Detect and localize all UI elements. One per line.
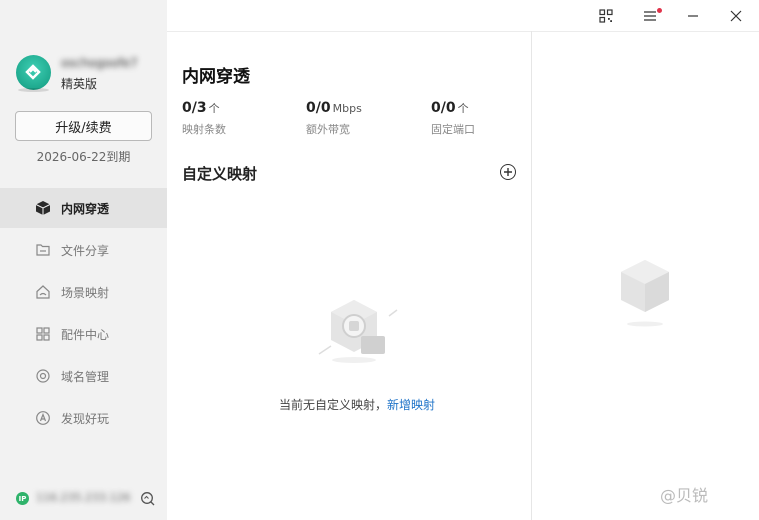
notification-dot (657, 8, 662, 13)
username: oschogoofe7 (61, 56, 138, 70)
sidebar-item-label: 内网穿透 (61, 201, 110, 216)
plus-icon (504, 168, 512, 176)
edition-label: 精英版 (61, 77, 98, 91)
sidebar-nav: 内网穿透 文件分享 场景映射 配件中心 域名管理 发现好玩 (0, 188, 167, 440)
sidebar-item-domain[interactable]: 域名管理 (0, 356, 167, 396)
minimize-icon[interactable] (683, 6, 703, 26)
expiry-date: 2026-06-22到期 (36, 150, 131, 164)
stat-unit: 个 (208, 102, 220, 115)
ip-search-icon[interactable] (140, 491, 155, 506)
panel-divider (531, 31, 532, 520)
page-title: 内网穿透 (182, 67, 250, 87)
stat-unit: 个 (457, 102, 469, 115)
sidebar-item-intranet[interactable]: 内网穿透 (0, 188, 167, 228)
empty-state-text: 当前无自定义映射，新增映射 (279, 396, 435, 413)
sidebar-item-label: 配件中心 (61, 327, 110, 342)
folder-icon (34, 241, 52, 259)
section-title: 自定义映射 (182, 165, 258, 183)
ip-badge: IP (16, 492, 29, 505)
detail-placeholder-cube-icon (615, 256, 675, 328)
sidebar-item-discover[interactable]: 发现好玩 (0, 398, 167, 438)
upgrade-button[interactable]: 升级/续费 (15, 111, 152, 141)
sidebar-item-label: 发现好玩 (61, 411, 110, 426)
empty-state-message: 当前无自定义映射， (279, 398, 388, 412)
stat-caption: 额外带宽 (306, 123, 350, 136)
globe-icon (34, 367, 52, 385)
cube-icon (34, 199, 52, 217)
compass-icon (34, 409, 52, 427)
sidebar-item-label: 域名管理 (61, 369, 110, 384)
sidebar-item-label: 场景映射 (61, 285, 110, 300)
stat-mapping-count: 0/3 个 映射条数 (182, 97, 226, 137)
stat-unit: Mbps (332, 102, 362, 115)
grid-icon (34, 325, 52, 343)
stat-caption: 固定端口 (431, 123, 475, 136)
stat-fixed-port: 0/0 个 固定端口 (431, 97, 475, 137)
sidebar-item-scene-mapping[interactable]: 场景映射 (0, 272, 167, 312)
sidebar-item-accessories[interactable]: 配件中心 (0, 314, 167, 354)
stat-value: 0/0 (306, 100, 331, 116)
qr-code-icon[interactable] (596, 6, 616, 26)
stat-value: 0/3 (182, 100, 207, 116)
logo-shadow (18, 88, 49, 92)
ip-address: 116.235.233.126 (36, 491, 131, 504)
add-mapping-link[interactable]: 新增映射 (387, 398, 435, 412)
sidebar-item-label: 文件分享 (61, 243, 110, 258)
add-mapping-button[interactable] (500, 164, 516, 180)
stat-value: 0/0 (431, 100, 456, 116)
close-icon[interactable] (726, 6, 746, 26)
empty-state-illustration (311, 296, 401, 368)
titlebar-divider (167, 31, 759, 32)
app-logo (16, 55, 51, 90)
stat-extra-bandwidth: 0/0 Mbps 额外带宽 (306, 97, 362, 137)
home-icon (34, 283, 52, 301)
stat-caption: 映射条数 (182, 123, 226, 136)
sidebar-item-file-share[interactable]: 文件分享 (0, 230, 167, 270)
watermark: @贝锐 (660, 486, 709, 505)
sidebar: oschogoofe7 精英版 升级/续费 2026-06-22到期 内网穿透 … (0, 0, 167, 520)
